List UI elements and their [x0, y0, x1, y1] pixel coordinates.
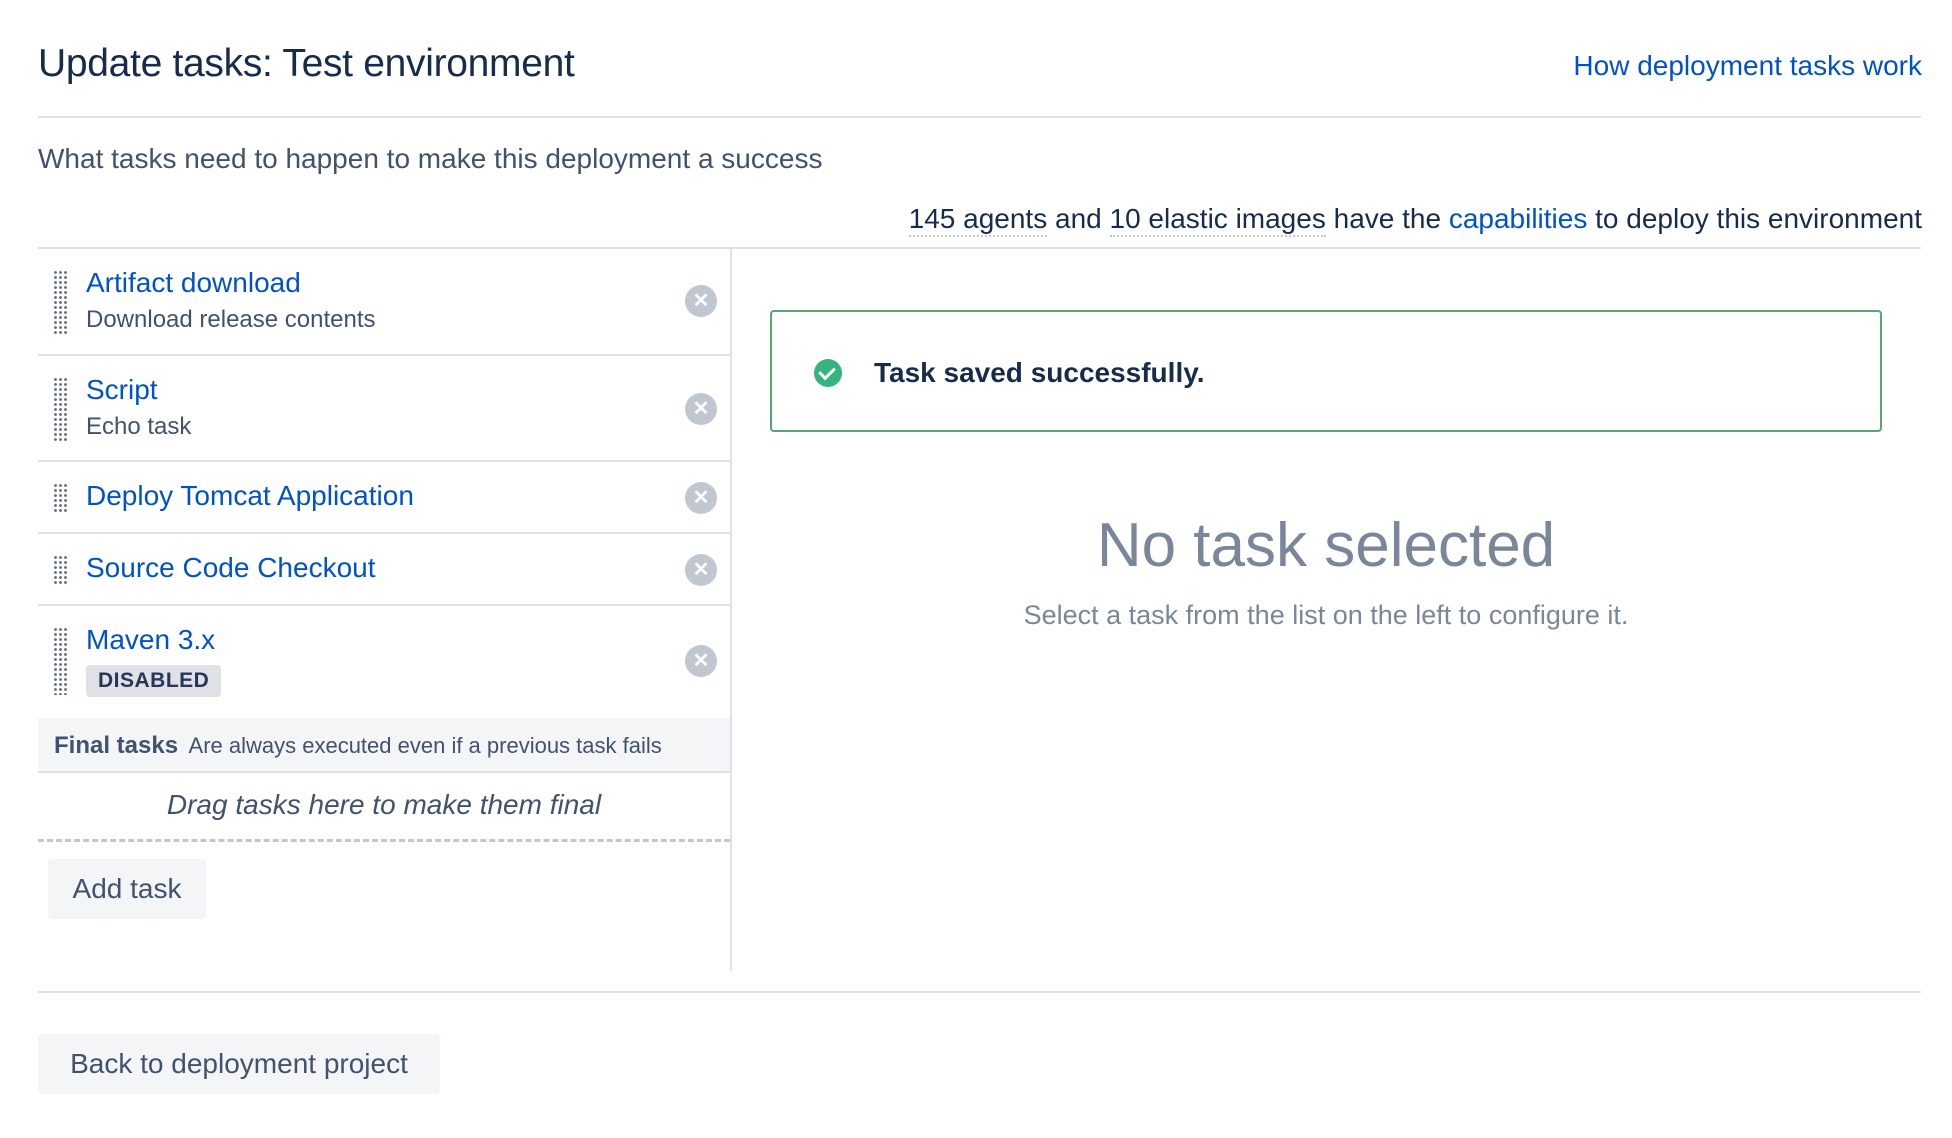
header-divider: [38, 116, 1921, 118]
close-circle-icon[interactable]: ✕: [685, 554, 717, 586]
final-tasks-header: Final tasks Are always executed even if …: [38, 718, 730, 773]
close-circle-icon[interactable]: ✕: [685, 645, 717, 677]
back-to-deployment-project-button[interactable]: Back to deployment project: [38, 1034, 440, 1094]
final-tasks-drop-zone[interactable]: Drag tasks here to make them final: [38, 775, 730, 842]
task-item-source-code-checkout[interactable]: Source Code Checkout ✕: [38, 534, 730, 606]
capabilities-link[interactable]: capabilities: [1449, 203, 1588, 234]
page-title: Update tasks: Test environment: [38, 42, 575, 85]
close-circle-icon[interactable]: ✕: [685, 393, 717, 425]
drag-handle-icon[interactable]: [53, 377, 67, 441]
capabilities-have-the: have the: [1333, 203, 1442, 234]
close-circle-icon[interactable]: ✕: [685, 482, 717, 514]
check-circle-icon: [814, 359, 842, 387]
final-tasks-description: Are always executed even if a previous t…: [188, 733, 662, 758]
drag-handle-icon[interactable]: [53, 270, 67, 334]
task-item-deploy-tomcat[interactable]: Deploy Tomcat Application ✕: [38, 462, 730, 534]
task-subtitle: Download release contents: [86, 306, 376, 333]
drag-handle-icon[interactable]: [53, 627, 67, 695]
task-item-artifact-download[interactable]: Artifact download Download release conte…: [38, 249, 730, 356]
task-name[interactable]: Script: [86, 374, 158, 406]
task-name[interactable]: Deploy Tomcat Application: [86, 480, 414, 512]
empty-state-subtitle: Select a task from the list on the left …: [1023, 600, 1629, 630]
drag-handle-icon[interactable]: [53, 555, 67, 585]
help-link[interactable]: How deployment tasks work: [1573, 50, 1922, 82]
page: Update tasks: Test environment How deplo…: [0, 0, 1952, 1138]
task-subtitle: Echo task: [86, 413, 192, 440]
elastic-images-count[interactable]: 10 elastic images: [1109, 203, 1326, 237]
success-message: Task saved successfully.: [770, 310, 1882, 432]
success-message-text: Task saved successfully.: [874, 357, 1205, 388]
close-circle-icon[interactable]: ✕: [685, 285, 717, 317]
agents-count[interactable]: 145 agents: [908, 203, 1048, 237]
add-task-button[interactable]: Add task: [48, 859, 206, 919]
task-name[interactable]: Artifact download: [86, 267, 301, 299]
capabilities-suffix: to deploy this environment: [1595, 203, 1922, 234]
task-name[interactable]: Source Code Checkout: [86, 552, 376, 584]
disabled-badge: DISABLED: [86, 665, 222, 697]
task-list: Artifact download Download release conte…: [38, 249, 730, 718]
task-item-maven[interactable]: Maven 3.x DISABLED ✕: [38, 606, 730, 718]
capabilities-and: and: [1055, 203, 1102, 234]
task-item-script[interactable]: Script Echo task ✕: [38, 356, 730, 462]
drag-handle-icon[interactable]: [53, 483, 67, 513]
empty-state-title: No task selected: [1096, 511, 1556, 580]
task-name[interactable]: Maven 3.x: [86, 624, 215, 656]
panel-divider: [730, 249, 732, 971]
capabilities-summary: 145 agents and 10 elastic images have th…: [908, 203, 1922, 237]
page-description: What tasks need to happen to make this d…: [38, 143, 823, 174]
final-tasks-label: Final tasks: [54, 732, 179, 759]
footer-divider: [38, 991, 1921, 993]
